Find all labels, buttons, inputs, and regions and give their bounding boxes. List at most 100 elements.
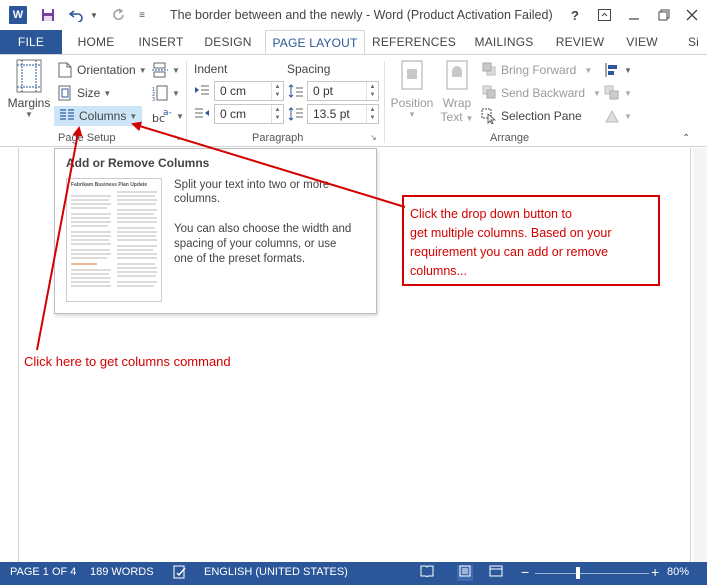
zoom-slider-track[interactable] xyxy=(535,573,649,574)
thumbnail-columns-graphic xyxy=(71,191,157,287)
hyphenation-button[interactable]: bc a- ▼ xyxy=(152,108,184,125)
collapse-ribbon-icon[interactable]: ⌃ xyxy=(682,133,690,144)
callout-line: Click the drop down button to xyxy=(410,207,572,221)
tooltip-description-line1: Split your text into two or more xyxy=(174,179,330,191)
read-mode-icon[interactable] xyxy=(419,565,435,581)
indent-left-spinner[interactable]: ▲ ▼ xyxy=(271,82,283,100)
tab-home[interactable]: HOME xyxy=(68,30,124,54)
indent-left-input[interactable]: 0 cm ▲ ▼ xyxy=(214,81,284,101)
tab-mailings[interactable]: MAILINGS xyxy=(466,30,542,54)
columns-button[interactable]: Columns ▼ xyxy=(54,106,143,126)
bring-forward-icon xyxy=(481,62,497,78)
indent-left-icon xyxy=(194,84,210,98)
close-icon[interactable] xyxy=(680,4,704,26)
tab-file[interactable]: FILE xyxy=(0,30,62,54)
send-backward-label: Send Backward xyxy=(501,86,586,100)
page-count[interactable]: PAGE 1 OF 4 xyxy=(10,566,76,578)
indent-right-input[interactable]: 0 cm ▲ ▼ xyxy=(214,104,284,124)
chevron-down-icon: ▼ xyxy=(408,110,416,119)
window-title: The border between and the newly - Word … xyxy=(170,8,553,22)
zoom-in-button[interactable]: + xyxy=(651,564,659,580)
size-icon xyxy=(57,85,73,101)
group-objects-icon xyxy=(604,85,620,101)
spacing-after-input[interactable]: 13.5 pt ▲ ▼ xyxy=(307,104,379,124)
word-app-icon[interactable]: W xyxy=(9,6,27,24)
tab-review[interactable]: REVIEW xyxy=(550,30,610,54)
repeat-icon[interactable] xyxy=(108,5,130,25)
annotation-hint: Click here to get columns command xyxy=(24,354,231,369)
callout-line: get multiple columns. Based on your xyxy=(410,226,612,240)
undo-dropdown-icon[interactable]: ▼ xyxy=(88,5,100,25)
web-layout-icon[interactable] xyxy=(488,565,504,581)
zoom-level[interactable]: 80% xyxy=(667,566,689,578)
proofing-icon[interactable] xyxy=(172,565,188,581)
chevron-down-icon: ▼ xyxy=(172,65,180,75)
tab-insert[interactable]: INSERT xyxy=(130,30,192,54)
columns-icon xyxy=(59,108,75,124)
paragraph-group-label: Paragraph xyxy=(252,132,304,144)
rotate-button[interactable]: ▼ xyxy=(604,108,632,124)
tooltip-description-line4: spacing of your columns, or use xyxy=(174,238,337,250)
spacing-after-value: 13.5 pt xyxy=(313,107,350,121)
margins-button[interactable]: Margins ▼ xyxy=(6,59,52,119)
selection-pane-button[interactable]: Selection Pane xyxy=(481,108,582,125)
chevron-down-icon: ▼ xyxy=(103,88,112,98)
bring-forward-button[interactable]: Bring Forward ▼ xyxy=(481,62,592,78)
tab-design[interactable]: DESIGN xyxy=(197,30,259,54)
chevron-down-icon: ▼ xyxy=(584,65,593,75)
callout-line: requirement you can add or remove xyxy=(410,245,609,259)
align-button[interactable]: ▼ xyxy=(604,62,632,78)
svg-text:3: 3 xyxy=(152,97,155,101)
restore-icon[interactable] xyxy=(652,4,676,26)
orientation-button[interactable]: Orientation ▼ xyxy=(57,62,147,78)
line-numbers-button[interactable]: 123 ▼ xyxy=(152,85,180,103)
group-separator xyxy=(186,61,187,143)
minimize-icon[interactable] xyxy=(622,4,646,26)
help-button[interactable]: ? xyxy=(563,4,587,26)
zoom-out-button[interactable]: − xyxy=(521,564,529,580)
tab-page-layout[interactable]: PAGE LAYOUT xyxy=(265,30,365,55)
language-indicator[interactable]: ENGLISH (UNITED STATES) xyxy=(204,566,348,578)
margins-label: Margins xyxy=(7,96,51,110)
indent-right-spinner[interactable]: ▲ ▼ xyxy=(271,105,283,123)
ribbon-display-options-icon[interactable] xyxy=(592,4,616,26)
breaks-button[interactable]: ▼ xyxy=(152,62,180,78)
spacing-before-icon xyxy=(288,84,304,98)
spacing-before-spinner[interactable]: ▲ ▼ xyxy=(366,82,378,100)
tooltip-description-line5: one of the preset formats. xyxy=(174,253,306,265)
page-left-edge xyxy=(18,148,19,562)
group-separator xyxy=(384,61,385,143)
zoom-slider-thumb[interactable] xyxy=(576,567,580,579)
annotation-callout-box: Click the drop down button to get multip… xyxy=(402,195,660,286)
wrap-text-button[interactable]: Wrap Text ▼ xyxy=(437,60,477,124)
tooltip-preview-thumbnail: Fabrikam Business Plan Update xyxy=(66,178,162,302)
spacing-before-input[interactable]: 0 pt ▲ ▼ xyxy=(307,81,379,101)
chevron-down-icon: ▼ xyxy=(138,65,147,75)
send-backward-icon xyxy=(481,85,497,101)
size-button[interactable]: Size ▼ xyxy=(57,85,111,101)
tab-view[interactable]: VIEW xyxy=(618,30,666,54)
group-objects-button[interactable]: ▼ xyxy=(604,85,632,101)
paragraph-dialog-launcher-icon[interactable]: ↘ xyxy=(370,133,377,142)
save-icon[interactable] xyxy=(37,5,59,25)
sign-in-link[interactable]: Si xyxy=(680,30,707,54)
spacing-after-icon xyxy=(288,107,304,121)
wrap-text-label-line2: Text ▼ xyxy=(441,110,474,124)
selection-pane-label: Selection Pane xyxy=(501,109,582,123)
title-bar: W ▼ ≡ The border between and the newly -… xyxy=(0,0,707,30)
vertical-scrollbar[interactable] xyxy=(693,148,707,562)
svg-text:a-: a- xyxy=(163,108,172,118)
page-setup-dialog-launcher-icon[interactable]: ↘ xyxy=(174,133,181,142)
wrap-text-icon xyxy=(446,60,468,90)
columns-label: Columns xyxy=(79,109,127,123)
spacing-after-spinner[interactable]: ▲ ▼ xyxy=(366,105,378,123)
send-backward-button[interactable]: Send Backward ▼ xyxy=(481,85,601,101)
undo-icon[interactable] xyxy=(66,5,88,25)
tab-references[interactable]: REFERENCES xyxy=(370,30,458,54)
tooltip-title: Add or Remove Columns xyxy=(66,156,210,170)
selection-pane-icon xyxy=(481,108,497,125)
print-layout-icon[interactable] xyxy=(457,565,473,581)
customize-qat-icon[interactable]: ≡ xyxy=(136,5,148,25)
position-button[interactable]: Position ▼ xyxy=(388,60,436,119)
word-count[interactable]: 189 WORDS xyxy=(90,566,154,578)
